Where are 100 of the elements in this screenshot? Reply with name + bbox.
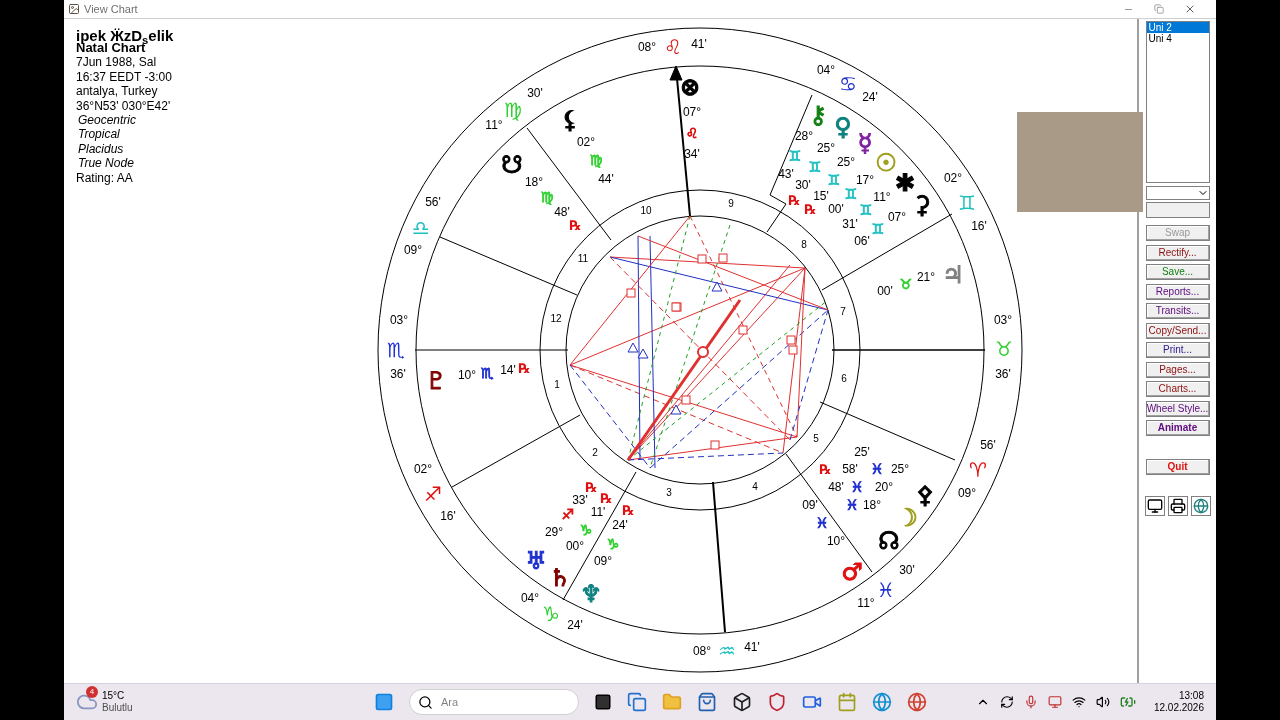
degree-label: 16' xyxy=(440,508,456,525)
zodiac-sign-glyph: ♊ xyxy=(827,173,841,187)
panel-button[interactable]: Animate xyxy=(1145,420,1210,436)
planet-glyph: ☽ xyxy=(896,506,918,530)
clock-date[interactable]: 12.02.2026 xyxy=(1153,702,1204,714)
house-number: 1 xyxy=(554,380,560,390)
globe-icon[interactable] xyxy=(1190,496,1211,516)
retrograde-mark: ℞ xyxy=(819,462,831,476)
degree-label: 21° xyxy=(916,269,936,286)
chart-listbox[interactable]: Uni 2 Uni 4 xyxy=(1145,21,1210,183)
app-icon[interactable] xyxy=(837,692,857,712)
notification-badge: 4 xyxy=(86,686,98,698)
panel-button[interactable]: Reports... xyxy=(1145,283,1210,300)
chart-info-line: Rating: AA xyxy=(76,170,134,186)
degree-label: 11° xyxy=(873,189,891,206)
degree-label: 36' xyxy=(390,366,406,383)
degree-label: 36' xyxy=(995,366,1011,383)
degree-label: 34' xyxy=(684,146,700,163)
degree-label: 18° xyxy=(524,174,544,191)
wifi-icon[interactable] xyxy=(1071,695,1086,709)
degree-label: 09° xyxy=(403,242,423,259)
retrograde-mark: ℞ xyxy=(804,202,816,216)
degree-label: 30' xyxy=(899,562,915,579)
chart-list-item[interactable]: Uni 4 xyxy=(1146,33,1209,44)
panel-button[interactable]: Charts... xyxy=(1145,381,1210,397)
planet-glyph: ⚴ xyxy=(916,483,934,507)
retrograde-mark: ℞ xyxy=(622,503,634,517)
house-number: 8 xyxy=(801,240,807,250)
degree-label: 24' xyxy=(567,617,583,634)
panel-button[interactable]: Save... xyxy=(1145,264,1210,280)
zodiac-sign-glyph: ♓ xyxy=(877,580,895,600)
search-icon xyxy=(418,694,433,710)
planet-glyph: ♆ xyxy=(580,582,602,606)
clock-time[interactable]: 13:08 xyxy=(1178,690,1204,702)
zodiac-sign-glyph: ♓ xyxy=(850,480,864,494)
house-number: 11 xyxy=(577,254,589,264)
app-icon[interactable] xyxy=(627,692,647,712)
retrograde-mark: ℞ xyxy=(600,491,612,505)
restore-icon[interactable] xyxy=(1154,4,1164,14)
printer-icon[interactable] xyxy=(1167,496,1188,516)
degree-label: 00° xyxy=(565,538,585,555)
panel-button[interactable]: Quit xyxy=(1145,459,1210,475)
house-number: 4 xyxy=(752,482,758,492)
zodiac-sign-glyph: ♓ xyxy=(815,516,829,530)
degree-label: 41' xyxy=(744,639,760,656)
degree-label: 15' xyxy=(813,188,829,204)
search-field[interactable]: Ara xyxy=(409,689,579,715)
zodiac-sign-glyph: ♌ xyxy=(664,37,682,57)
chart-info-line: True Node xyxy=(77,156,135,171)
zodiac-sign-glyph: ♒ xyxy=(718,641,736,661)
sync-icon[interactable] xyxy=(999,695,1014,709)
browser-icon[interactable] xyxy=(907,692,927,712)
zodiac-sign-glyph: ♏ xyxy=(387,340,405,360)
shield-icon[interactable] xyxy=(767,692,787,712)
panel-button[interactable]: Wheel Style... xyxy=(1145,400,1210,417)
panel-button[interactable]: Transits... xyxy=(1145,303,1210,319)
dropdown-field[interactable] xyxy=(1145,186,1210,200)
browser-icon[interactable] xyxy=(872,692,892,712)
degree-label: 03° xyxy=(389,312,409,329)
taskview-icon[interactable] xyxy=(594,693,612,711)
person-name: ipek ӜzD$_{s}$elik xyxy=(76,28,174,44)
planet-glyph: ☉ xyxy=(875,151,897,175)
chart-info-line: Geocentric xyxy=(77,113,138,128)
planet-glyph: ♇ xyxy=(425,369,447,393)
battery-icon[interactable] xyxy=(1119,694,1136,710)
start-icon[interactable] xyxy=(374,692,394,712)
degree-label: 00' xyxy=(877,283,893,300)
degree-label: 08° xyxy=(637,39,657,56)
retrograde-mark: ℞ xyxy=(585,480,597,494)
search-input[interactable]: Ara xyxy=(441,693,541,711)
degree-label: 02° xyxy=(413,461,433,478)
microphone-icon[interactable] xyxy=(1023,695,1038,709)
zodiac-sign-glyph: ♍ xyxy=(589,153,603,167)
planet-glyph: ☿ xyxy=(857,131,873,155)
degree-label: 07° xyxy=(887,209,907,226)
degree-label: 07° xyxy=(682,104,702,121)
panel-button[interactable]: Pages... xyxy=(1145,361,1210,378)
close-icon[interactable] xyxy=(1184,3,1196,15)
zodiac-sign-glyph: ♓ xyxy=(845,498,859,512)
degree-label: 17° xyxy=(855,172,875,188)
volume-icon[interactable] xyxy=(1095,695,1110,709)
temperature-text: 15°C xyxy=(102,690,126,702)
chart-list-item[interactable]: Uni 2 xyxy=(1146,22,1209,33)
monitor-icon[interactable] xyxy=(1144,496,1165,516)
panel-button[interactable]: Rectify... xyxy=(1145,244,1210,261)
panel-button[interactable]: Copy/Send... xyxy=(1145,322,1210,339)
zodiac-sign-glyph: ♐ xyxy=(561,507,575,521)
zodiac-sign-glyph: ♍ xyxy=(540,190,554,204)
store-icon[interactable] xyxy=(697,692,717,712)
degree-label: 10° xyxy=(826,533,846,550)
panel-button[interactable]: Print... xyxy=(1145,342,1210,358)
degree-label: 29° xyxy=(544,524,564,541)
chart-info-line: Placidus xyxy=(77,141,125,157)
planet-glyph: ♀ xyxy=(834,115,852,139)
box-icon[interactable] xyxy=(732,692,752,712)
zodiac-sign-glyph: ♑ xyxy=(579,523,593,537)
planet-glyph: ♂ xyxy=(841,560,863,584)
degree-label: 30' xyxy=(527,85,543,102)
house-number: 2 xyxy=(592,448,598,458)
blank-button[interactable] xyxy=(1145,202,1210,218)
